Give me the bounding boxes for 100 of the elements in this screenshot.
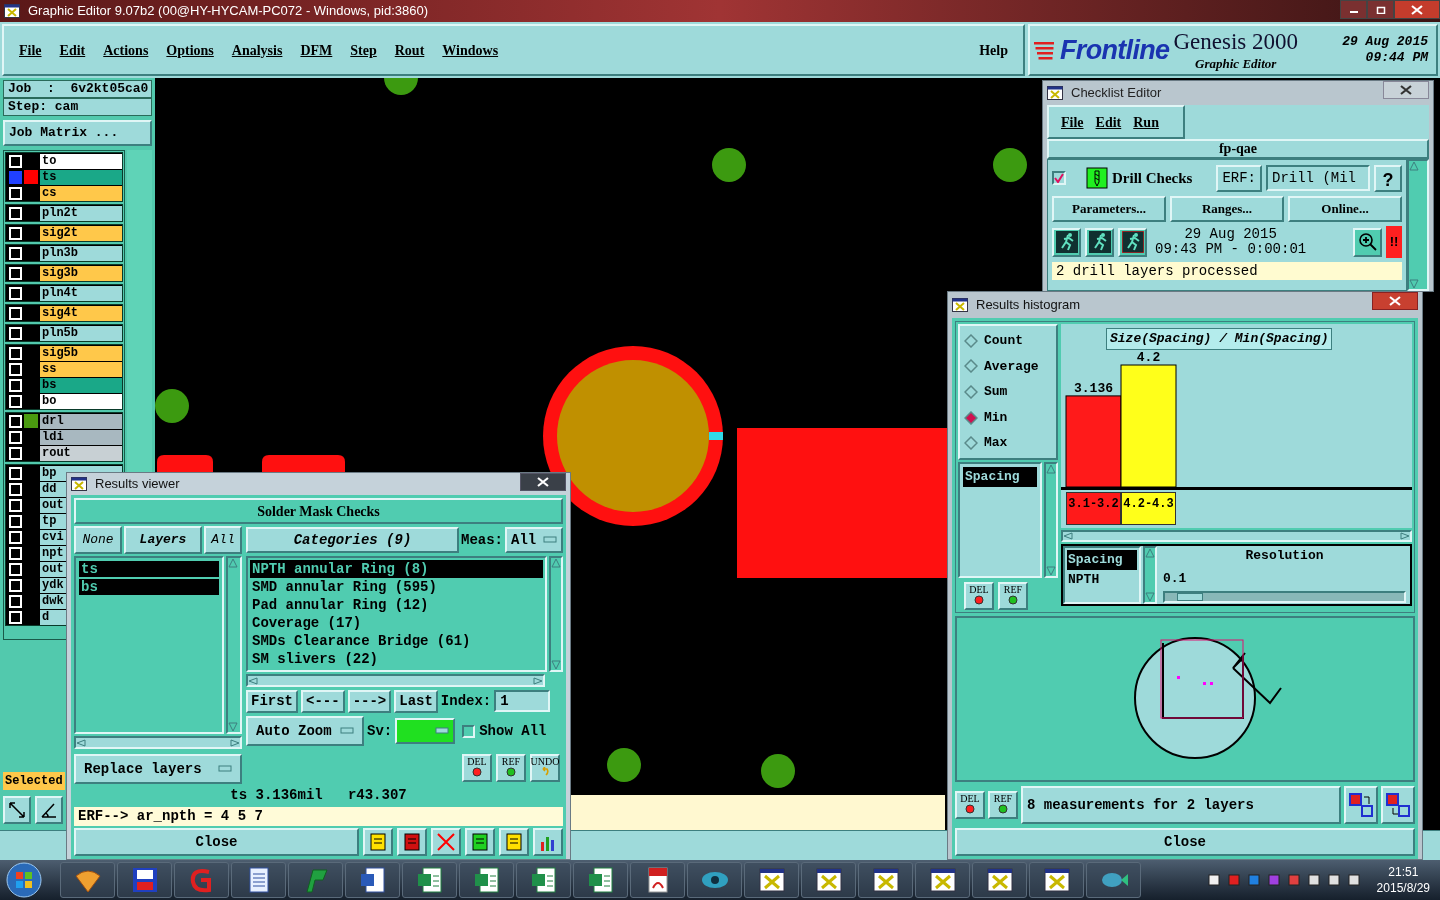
close-button[interactable] bbox=[1383, 81, 1429, 99]
nav-button[interactable]: ---> bbox=[347, 689, 392, 713]
tool-button[interactable]: REF bbox=[988, 791, 1018, 819]
tool-button[interactable]: DEL bbox=[462, 754, 492, 782]
tool-button[interactable] bbox=[533, 828, 563, 856]
menu-item[interactable]: Run bbox=[1133, 111, 1159, 133]
taskbar-button[interactable] bbox=[915, 862, 970, 898]
close-button[interactable] bbox=[520, 473, 566, 491]
layer-item[interactable]: sig4t bbox=[40, 305, 122, 321]
layer-item[interactable]: sig2t bbox=[40, 225, 122, 241]
help-button[interactable]: ? bbox=[1374, 164, 1402, 192]
replace-layers-dropdown[interactable]: Replace layers bbox=[74, 754, 242, 784]
tool-button[interactable] bbox=[1344, 786, 1378, 824]
scrollbar[interactable] bbox=[1061, 530, 1412, 542]
list-item[interactable]: ts bbox=[79, 561, 219, 577]
menu-item[interactable]: DFM bbox=[293, 39, 340, 61]
tool-button[interactable]: DEL bbox=[955, 791, 985, 819]
taskbar-button[interactable] bbox=[516, 862, 571, 898]
layer-item[interactable]: sig3b bbox=[40, 265, 122, 281]
taskbar-button[interactable] bbox=[744, 862, 799, 898]
filter-button[interactable]: Layers bbox=[124, 526, 202, 554]
taskbar-button[interactable] bbox=[630, 862, 685, 898]
layer-item[interactable]: ss bbox=[40, 361, 122, 377]
nav-button[interactable]: <--- bbox=[301, 689, 345, 713]
radio-button[interactable] bbox=[964, 333, 978, 348]
layer-item[interactable]: bs bbox=[40, 377, 122, 393]
run-button[interactable] bbox=[1052, 227, 1081, 257]
close-button[interactable]: Close bbox=[74, 828, 359, 856]
start-button[interactable] bbox=[4, 861, 44, 899]
taskbar-button[interactable] bbox=[858, 862, 913, 898]
scrollbar[interactable] bbox=[246, 674, 545, 687]
tool-button[interactable]: UNDO bbox=[530, 754, 560, 782]
taskbar-button[interactable] bbox=[117, 862, 172, 898]
layer-item[interactable]: to bbox=[40, 153, 122, 169]
layer-item[interactable]: bo bbox=[40, 393, 122, 409]
filter-button[interactable]: None bbox=[74, 526, 122, 554]
layer-item[interactable]: pln5b bbox=[40, 325, 122, 341]
checkbox[interactable] bbox=[462, 724, 476, 738]
maximize-button[interactable] bbox=[1367, 0, 1394, 19]
taskbar-button[interactable] bbox=[459, 862, 514, 898]
slider[interactable] bbox=[1163, 591, 1406, 603]
list-item[interactable]: SM slivers (22) bbox=[250, 650, 543, 668]
menu-item[interactable]: Actions bbox=[96, 39, 156, 61]
tool-button[interactable]: REF bbox=[998, 582, 1028, 610]
menu-item[interactable]: File bbox=[12, 39, 49, 61]
layer-item[interactable]: ts bbox=[40, 169, 122, 185]
taskbar-button[interactable] bbox=[345, 862, 400, 898]
layer-checkbox[interactable] bbox=[8, 170, 22, 184]
list-item[interactable]: SMDs Clearance Bridge (61) bbox=[250, 632, 543, 650]
scrollbar[interactable] bbox=[1044, 462, 1058, 578]
list-item[interactable]: SMD annular Ring (595) bbox=[250, 578, 543, 596]
layer-item[interactable]: pln4t bbox=[40, 285, 122, 301]
taskbar-button[interactable] bbox=[801, 862, 856, 898]
menu-item[interactable]: Windows bbox=[435, 39, 506, 61]
layer-item[interactable]: sig5b bbox=[40, 345, 122, 361]
menu-item[interactable]: Edit bbox=[52, 39, 93, 61]
list-item[interactable]: Pad annular Ring (12) bbox=[250, 596, 543, 614]
menu-item[interactable]: Rout bbox=[387, 39, 432, 61]
close-button[interactable]: Close bbox=[955, 828, 1415, 856]
menu-item[interactable]: File bbox=[1061, 111, 1084, 133]
taskbar-button[interactable] bbox=[231, 862, 286, 898]
index-field[interactable]: 1 bbox=[494, 690, 551, 712]
menu-item[interactable]: Analysis bbox=[224, 39, 290, 61]
tool-button[interactable]: REF bbox=[496, 754, 526, 782]
action-button[interactable]: Online... bbox=[1288, 196, 1402, 222]
menu-item[interactable]: Edit bbox=[1095, 111, 1122, 133]
radio-button[interactable] bbox=[964, 436, 978, 451]
tool-button[interactable] bbox=[3, 796, 31, 824]
layer-item[interactable]: pln3b bbox=[40, 245, 122, 261]
list-item[interactable]: Coverage (17) bbox=[250, 614, 543, 632]
tool-button[interactable] bbox=[397, 828, 427, 856]
scrollbar[interactable] bbox=[1143, 546, 1157, 604]
categories-button[interactable]: Categories (9) bbox=[246, 527, 459, 553]
tool-button[interactable] bbox=[465, 828, 495, 856]
action-button[interactable]: Parameters... bbox=[1052, 196, 1166, 222]
layer-item[interactable]: drl bbox=[40, 413, 122, 429]
taskbar-button[interactable] bbox=[60, 862, 115, 898]
scrollbar[interactable] bbox=[1407, 159, 1429, 291]
menu-item[interactable]: Help bbox=[972, 39, 1015, 61]
taskbar-button[interactable] bbox=[573, 862, 628, 898]
nav-button[interactable]: Last bbox=[394, 689, 438, 713]
action-button[interactable]: Ranges... bbox=[1170, 196, 1284, 222]
list-item[interactable]: bs bbox=[79, 579, 219, 595]
tool-button[interactable]: DEL bbox=[964, 582, 994, 610]
tool-button[interactable] bbox=[35, 796, 63, 824]
menu-item[interactable]: Options bbox=[159, 39, 221, 61]
run-button[interactable] bbox=[1118, 227, 1147, 257]
radio-button[interactable] bbox=[964, 410, 978, 425]
meas-dropdown[interactable]: All bbox=[505, 527, 563, 553]
list-item[interactable]: Spacing bbox=[1067, 550, 1137, 570]
color-dropdown[interactable] bbox=[395, 718, 456, 744]
filter-button[interactable]: All bbox=[204, 526, 242, 554]
list-item[interactable]: NPTH bbox=[1067, 569, 1137, 589]
list-item[interactable]: Spacing bbox=[963, 467, 1037, 487]
slider-thumb[interactable] bbox=[1177, 593, 1203, 601]
erf-field[interactable]: Drill (Mil bbox=[1266, 165, 1370, 191]
minimize-button[interactable] bbox=[1340, 0, 1367, 19]
list-item[interactable]: NPTH annular Ring (8) bbox=[250, 560, 543, 578]
layer-item[interactable]: ldi bbox=[40, 429, 122, 445]
layer-item[interactable]: rout bbox=[40, 445, 122, 461]
